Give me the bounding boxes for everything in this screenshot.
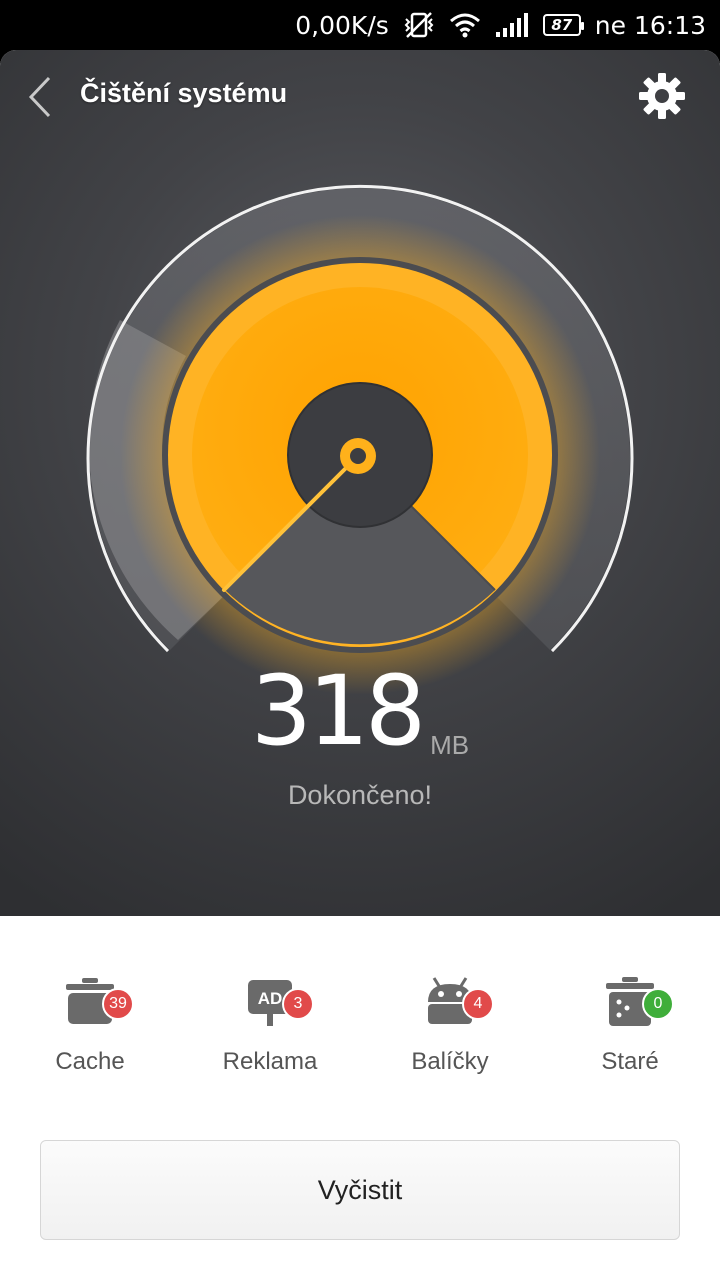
category-cache[interactable]: 39 Cache [0, 974, 180, 1076]
status-bar: 0,00K/s 87 ne 16:13 [0, 0, 720, 50]
category-ads-label: Reklama [222, 1048, 318, 1075]
category-ads[interactable]: AD 3 Reklama [180, 974, 360, 1076]
android-icon: 4 [420, 974, 494, 1030]
scan-status: Dokončeno! [287, 780, 433, 810]
settings-button[interactable] [636, 70, 688, 122]
gear-icon [639, 73, 685, 119]
ad-icon: AD 3 [240, 974, 314, 1030]
vibrate-off-icon [403, 11, 435, 39]
category-packages-count: 4 [462, 988, 494, 1020]
signal-icon [495, 12, 529, 38]
cleanup-size-unit: MB [430, 730, 470, 760]
cleanup-size-value: 318 [250, 655, 426, 767]
category-residual-count: 0 [642, 988, 674, 1020]
network-speed: 0,00K/s [295, 10, 389, 40]
battery-icon: 87 [542, 14, 584, 36]
cleanup-size-readout: 318 MB [0, 655, 720, 767]
category-packages-label: Balíčky [411, 1048, 489, 1075]
category-cache-count: 39 [102, 988, 134, 1020]
svg-text:AD: AD [258, 989, 283, 1008]
back-button[interactable] [20, 74, 60, 120]
category-packages[interactable]: 4 Balíčky [360, 974, 540, 1076]
category-residual[interactable]: 0 Staré [540, 974, 720, 1076]
cache-pot-icon: 39 [60, 974, 134, 1030]
back-chevron-icon [28, 76, 51, 118]
app-window: Čištění systému 318 MB Dokončeno! 39 Cac… [0, 50, 720, 1280]
trash-icon: 0 [600, 974, 674, 1030]
category-ads-count: 3 [282, 988, 314, 1020]
wifi-icon [449, 12, 481, 38]
clean-button[interactable]: Vyčistit [40, 1140, 680, 1240]
category-residual-label: Staré [601, 1048, 659, 1075]
page-title: Čištění systému [80, 78, 288, 108]
category-cache-label: Cache [55, 1048, 125, 1075]
clock: ne 16:13 [594, 10, 706, 40]
junk-categories: 39 Cache AD 3 Reklama 4 Balíčky 0 Staré [0, 916, 720, 1116]
top-bar: Čištění systému [0, 50, 720, 144]
hero-panel: Čištění systému 318 MB Dokončeno! [0, 50, 720, 916]
